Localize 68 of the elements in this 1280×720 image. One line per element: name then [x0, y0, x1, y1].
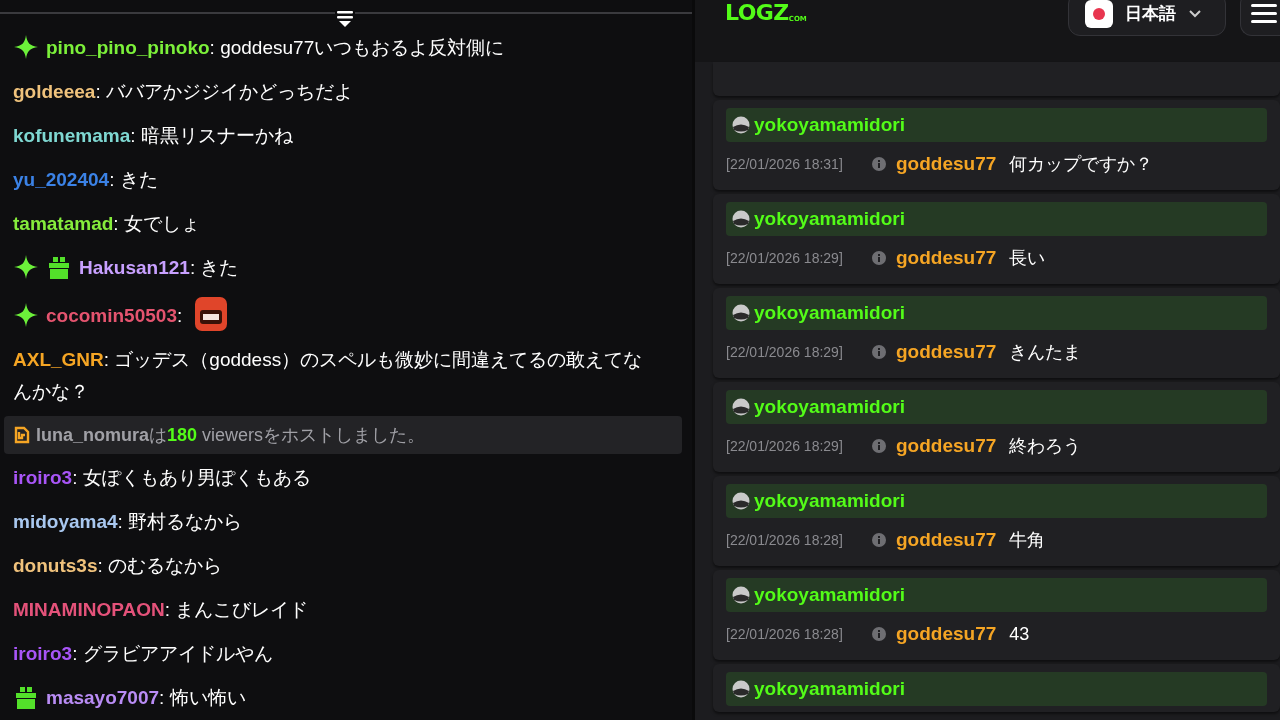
channel-bar[interactable]: yokoyamamidori	[726, 108, 1267, 142]
avatar-icon	[732, 398, 750, 416]
info-icon[interactable]	[872, 345, 886, 359]
chat-message: iroiro3: グラビアアイドルやん	[13, 643, 273, 664]
username[interactable]: goddesu77	[896, 525, 997, 555]
channel-bar[interactable]: yokoyamamidori	[726, 672, 1267, 706]
info-icon[interactable]	[872, 439, 886, 453]
chat-message: masayo7007: 怖い怖い	[46, 687, 246, 708]
avatar-icon	[732, 586, 750, 604]
timestamp: [22/01/2026 18:29]	[726, 248, 844, 268]
channel-bar[interactable]: yokoyamamidori	[726, 202, 1267, 236]
chat-message: cocomin50503:	[46, 305, 183, 326]
chat-message: midoyama4: 野村るなから	[13, 511, 243, 532]
username[interactable]: goddesu77	[896, 149, 997, 179]
menu-icon	[1251, 3, 1277, 25]
channel-name: yokoyamamidori	[754, 112, 905, 137]
chat-message: yu_202404: きた	[13, 169, 158, 190]
message-text: きんたま	[1009, 340, 1082, 364]
username[interactable]: goddesu77	[896, 431, 997, 461]
info-icon[interactable]	[872, 251, 886, 265]
timestamp: [22/01/2026 18:28]	[726, 624, 844, 644]
message-text: 何カップですか？	[1009, 152, 1154, 176]
info-icon[interactable]	[872, 627, 886, 641]
chat-message: MINAMINOPAON: まんこびレイド	[13, 599, 309, 620]
channel-bar[interactable]: yokoyamamidori	[726, 578, 1267, 612]
timestamp: [22/01/2026 18:31]	[726, 154, 844, 174]
chevron-down-icon	[1188, 9, 1202, 19]
channel-name: yokoyamamidori	[754, 676, 905, 701]
channel-bar[interactable]: yokoyamamidori	[726, 296, 1267, 330]
channel-bar[interactable]: yokoyamamidori	[726, 484, 1267, 518]
channel-bar[interactable]: yokoyamamidori	[726, 390, 1267, 424]
language-selector[interactable]: 日本語	[1068, 0, 1226, 36]
avatar-icon	[732, 304, 750, 322]
timestamp: [22/01/2026 18:29]	[726, 342, 844, 362]
chat-message: AXL_GNR: ゴッデス（goddess）のスペルも微妙に間違えてるの敢えてなんかな？	[13, 349, 643, 402]
message-text: 牛角	[1009, 528, 1046, 552]
channel-name: yokoyamamidori	[754, 582, 905, 607]
timestamp: [22/01/2026 18:29]	[726, 436, 844, 456]
avatar-icon	[732, 680, 750, 698]
emote-icon	[194, 296, 229, 332]
avatar-icon	[732, 116, 750, 134]
chat-message: Hakusan121: きた	[79, 257, 239, 278]
chat-message: goldeeea: ババアかジジイかどっちだよ	[13, 81, 353, 102]
channel-name: yokoyamamidori	[754, 300, 905, 325]
message-text: 終わろう	[1009, 434, 1082, 458]
chat-message: kofunemama: 暗黒リスナーかね	[13, 125, 293, 146]
chat-message: pino_pino_pinoko: goddesu77いつもおるよ反対側に	[46, 37, 505, 58]
message-text: 43	[1009, 622, 1030, 646]
chat-message: tamatamad: 女でしょ	[13, 213, 200, 234]
host-icon	[14, 426, 30, 444]
chat-message: donuts3s: のむるなから	[13, 555, 222, 576]
username[interactable]: goddesu77	[896, 243, 997, 273]
flag-icon	[1085, 0, 1113, 28]
username[interactable]: goddesu77	[896, 619, 997, 649]
avatar-icon	[732, 210, 750, 228]
language-label: 日本語	[1125, 3, 1176, 26]
channel-name: yokoyamamidori	[754, 394, 905, 419]
username[interactable]: goddesu77	[896, 337, 997, 367]
timestamp: [22/01/2026 18:28]	[726, 530, 844, 550]
host-text: luna_nomuraは180 viewersをホストしました。	[36, 424, 426, 447]
channel-name: yokoyamamidori	[754, 488, 905, 513]
chat-message: iroiro3: 女ぽくもあり男ぽくもある	[13, 467, 311, 488]
info-icon[interactable]	[872, 157, 886, 171]
menu-button[interactable]	[1240, 0, 1280, 36]
channel-name: yokoyamamidori	[754, 206, 905, 231]
message-text: 長い	[1009, 246, 1046, 270]
info-icon[interactable]	[872, 533, 886, 547]
avatar-icon	[732, 492, 750, 510]
